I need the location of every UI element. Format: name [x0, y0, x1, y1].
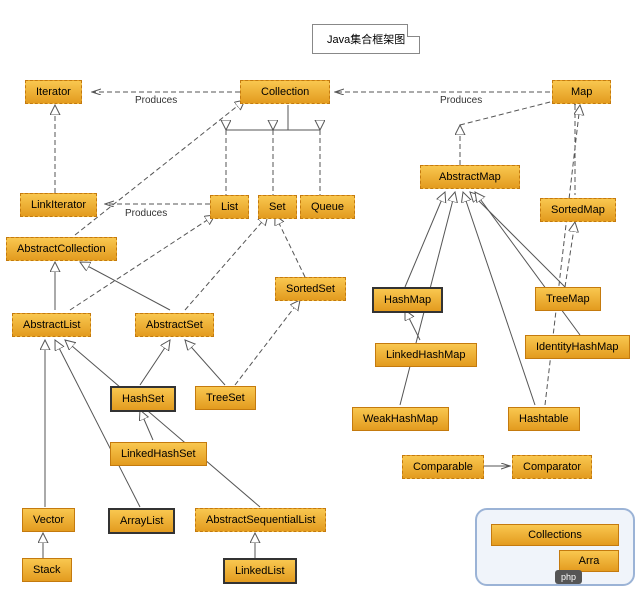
node-comparator: Comparator [512, 455, 592, 479]
node-hashset: HashSet [110, 386, 176, 412]
node-hashmap: HashMap [372, 287, 443, 313]
edge-produces-2: Produces [440, 95, 482, 106]
node-linkedhashmap: LinkedHashMap [375, 343, 477, 367]
node-set: Set [258, 195, 297, 219]
node-linkedlist: LinkedList [223, 558, 297, 584]
title-text: Java集合框架图 [327, 34, 405, 46]
node-collection: Collection [240, 80, 330, 104]
node-identityhashmap: IdentityHashMap [525, 335, 630, 359]
node-arraylist: ArrayList [108, 508, 175, 534]
node-queue: Queue [300, 195, 355, 219]
legend-arrays: Arra [559, 550, 619, 572]
node-vector: Vector [22, 508, 75, 532]
edge-produces-3: Produces [125, 208, 167, 219]
node-abstractcollection: AbstractCollection [6, 237, 117, 261]
node-sortedmap: SortedMap [540, 198, 616, 222]
node-linkiterator: LinkIterator [20, 193, 97, 217]
node-abstractmap: AbstractMap [420, 165, 520, 189]
legend-collections: Collections [491, 524, 619, 546]
node-map: Map [552, 80, 611, 104]
node-sortedset: SortedSet [275, 277, 346, 301]
node-linkedhashset: LinkedHashSet [110, 442, 207, 466]
node-iterator: Iterator [25, 80, 82, 104]
node-stack: Stack [22, 558, 72, 582]
diagram-title: Java集合框架图 [312, 24, 420, 54]
node-abstractsequentiallist: AbstractSequentialList [195, 508, 326, 532]
node-hashtable: Hashtable [508, 407, 580, 431]
node-treemap: TreeMap [535, 287, 601, 311]
edge-produces-1: Produces [135, 95, 177, 106]
php-badge: php [555, 570, 582, 584]
node-list: List [210, 195, 249, 219]
node-treeset: TreeSet [195, 386, 256, 410]
node-abstractset: AbstractSet [135, 313, 214, 337]
node-comparable: Comparable [402, 455, 484, 479]
node-abstractlist: AbstractList [12, 313, 91, 337]
node-weakhashmap: WeakHashMap [352, 407, 449, 431]
